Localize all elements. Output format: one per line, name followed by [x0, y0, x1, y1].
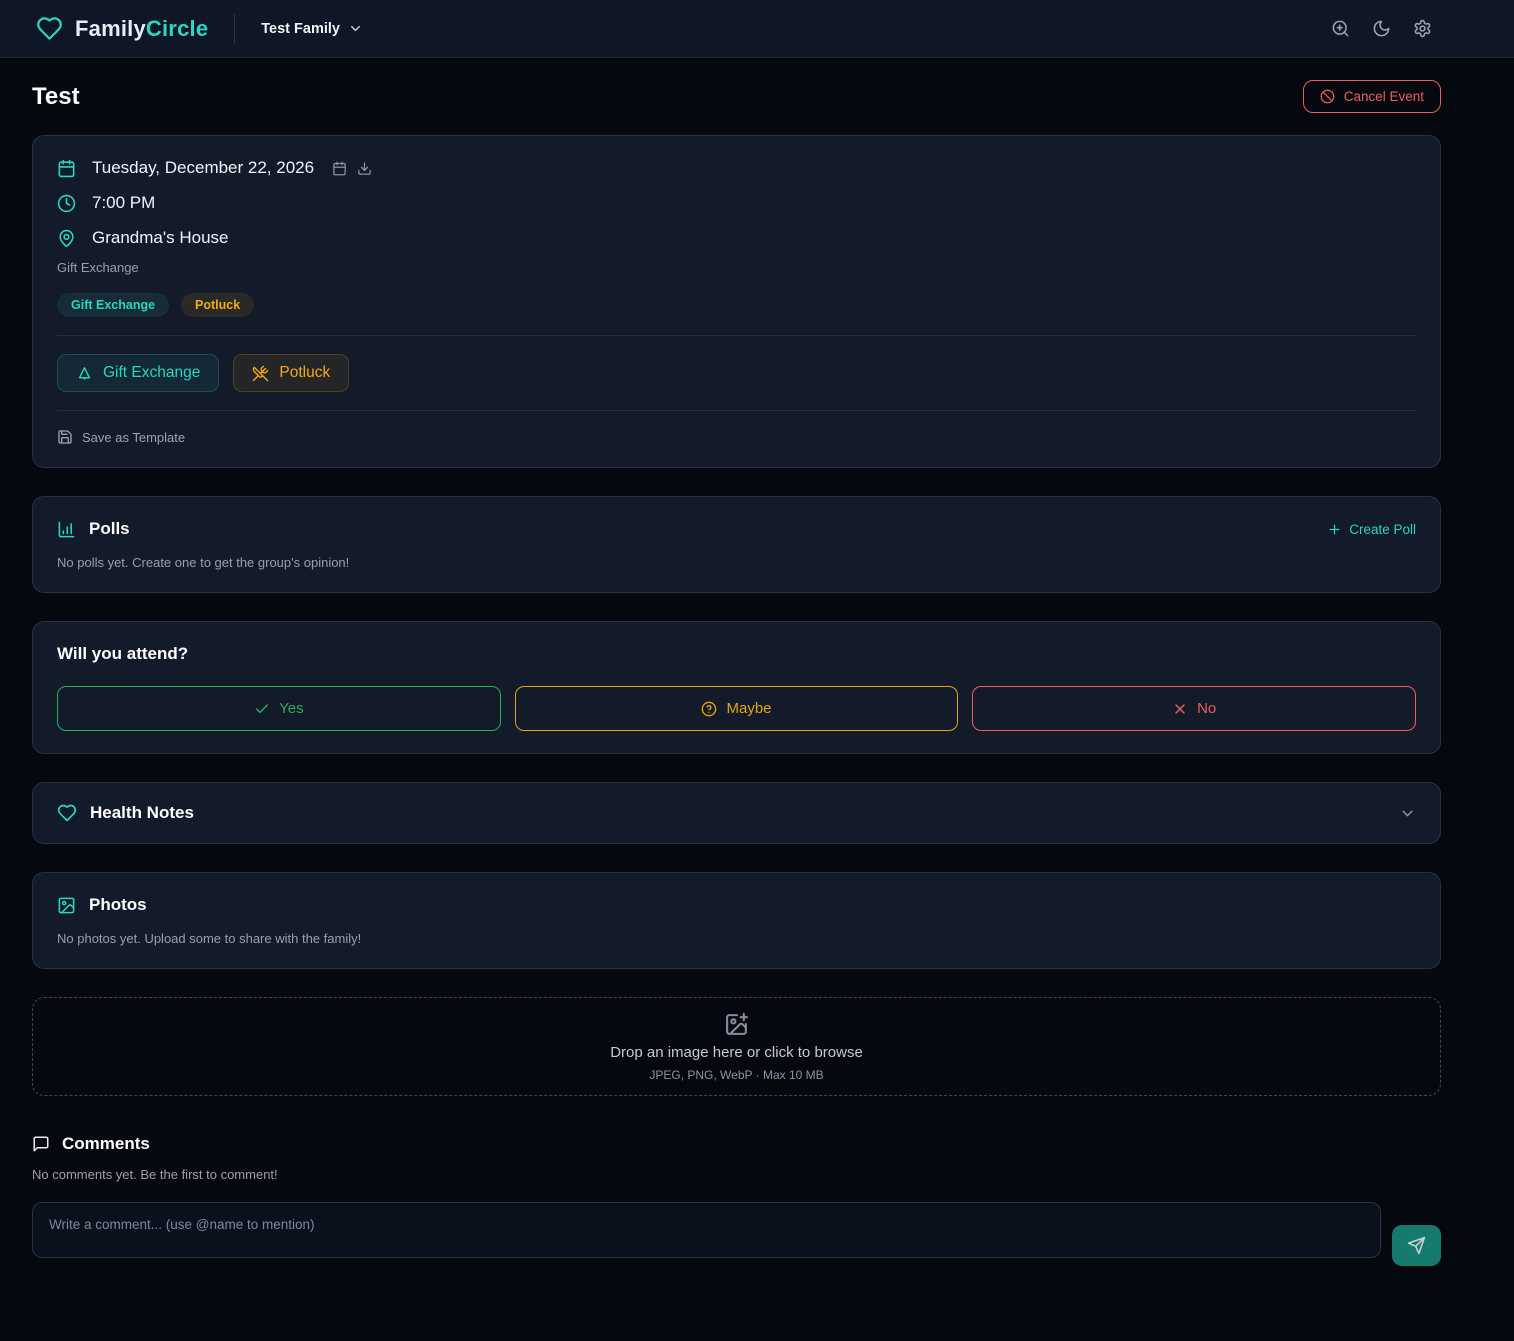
photos-title: Photos	[89, 895, 147, 915]
rsvp-no-label: No	[1197, 700, 1216, 717]
gift-exchange-button[interactable]: Gift Exchange	[57, 354, 219, 392]
tag-potluck: Potluck	[181, 293, 254, 317]
download-icon[interactable]	[357, 161, 372, 176]
page-title: Test	[32, 83, 80, 111]
photos-card: Photos No photos yet. Upload some to sha…	[32, 872, 1441, 969]
polls-title: Polls	[89, 519, 130, 539]
potluck-button-label: Potluck	[279, 364, 330, 382]
upload-prompt: Drop an image here or click to browse	[610, 1044, 863, 1061]
comment-input[interactable]	[32, 1202, 1381, 1258]
image-icon	[57, 896, 76, 915]
polls-empty-text: No polls yet. Create one to get the grou…	[57, 555, 1416, 570]
heart-logo-icon	[36, 15, 63, 42]
event-time-row: 7:00 PM	[57, 193, 1416, 213]
health-notes-card[interactable]: Health Notes	[32, 782, 1441, 844]
cancel-event-button[interactable]: Cancel Event	[1303, 80, 1441, 113]
utensils-crossed-icon	[252, 365, 269, 382]
save-as-template-button[interactable]: Save as Template	[57, 429, 185, 445]
plus-icon	[1327, 522, 1342, 537]
tag-gift-exchange: Gift Exchange	[57, 293, 169, 317]
calendar-icon	[57, 159, 76, 178]
x-icon	[1172, 701, 1188, 717]
ban-icon	[1320, 89, 1335, 104]
upload-hint: JPEG, PNG, WebP · Max 10 MB	[649, 1068, 823, 1082]
event-card: Tuesday, December 22, 2026 7:00 PM Grand…	[32, 135, 1441, 468]
rsvp-maybe-label: Maybe	[726, 700, 771, 717]
photos-empty-text: No photos yet. Upload some to share with…	[57, 931, 1416, 946]
rsvp-question: Will you attend?	[57, 644, 1416, 664]
gift-exchange-button-label: Gift Exchange	[103, 364, 200, 382]
chevron-down-icon	[1399, 805, 1416, 822]
divider	[57, 410, 1416, 411]
tree-icon	[76, 365, 93, 382]
event-tags: Gift Exchange Potluck	[57, 293, 1416, 317]
upload-dropzone[interactable]: Drop an image here or click to browse JP…	[32, 997, 1441, 1096]
create-poll-label: Create Poll	[1349, 522, 1416, 537]
rsvp-maybe-button[interactable]: Maybe	[515, 686, 959, 731]
nav-divider	[234, 14, 235, 44]
potluck-button[interactable]: Potluck	[233, 354, 349, 392]
clock-icon	[57, 194, 76, 213]
create-poll-button[interactable]: Create Poll	[1327, 522, 1416, 537]
event-time: 7:00 PM	[92, 193, 155, 213]
health-notes-title: Health Notes	[90, 803, 194, 823]
zoom-in-icon[interactable]	[1331, 19, 1350, 38]
rsvp-yes-button[interactable]: Yes	[57, 686, 501, 731]
brand-logo: FamilyCircle	[36, 15, 208, 42]
bar-chart-icon	[57, 520, 76, 539]
gear-icon[interactable]	[1413, 19, 1432, 38]
add-to-calendar-icon[interactable]	[332, 161, 347, 176]
rsvp-no-button[interactable]: No	[972, 686, 1416, 731]
image-plus-icon	[724, 1012, 749, 1037]
send-button[interactable]	[1392, 1225, 1441, 1266]
event-description: Gift Exchange	[57, 260, 1416, 275]
family-selector-label: Test Family	[261, 21, 340, 37]
rsvp-card: Will you attend? Yes Maybe No	[32, 621, 1441, 754]
navbar: FamilyCircle Test Family	[0, 0, 1514, 58]
help-circle-icon	[701, 701, 717, 717]
heart-icon	[57, 803, 77, 823]
family-selector[interactable]: Test Family	[261, 21, 363, 37]
divider	[57, 335, 1416, 336]
cancel-event-label: Cancel Event	[1344, 89, 1424, 104]
check-icon	[254, 701, 270, 717]
rsvp-yes-label: Yes	[279, 700, 303, 717]
comments-title: Comments	[62, 1134, 150, 1154]
map-pin-icon	[57, 229, 76, 248]
chevron-down-icon	[348, 21, 363, 36]
comments-section: Comments No comments yet. Be the first t…	[32, 1134, 1441, 1258]
event-date-row: Tuesday, December 22, 2026	[57, 158, 1416, 178]
save-as-template-label: Save as Template	[82, 430, 185, 445]
moon-icon[interactable]	[1372, 19, 1391, 38]
comments-empty-text: No comments yet. Be the first to comment…	[32, 1167, 1441, 1182]
event-location-row: Grandma's House	[57, 228, 1416, 248]
event-location: Grandma's House	[92, 228, 228, 248]
save-icon	[57, 429, 73, 445]
brand-name: FamilyCircle	[75, 16, 208, 42]
polls-card: Polls Create Poll No polls yet. Create o…	[32, 496, 1441, 593]
event-date: Tuesday, December 22, 2026	[92, 158, 314, 178]
message-square-icon	[32, 1135, 50, 1153]
send-icon	[1407, 1236, 1426, 1255]
